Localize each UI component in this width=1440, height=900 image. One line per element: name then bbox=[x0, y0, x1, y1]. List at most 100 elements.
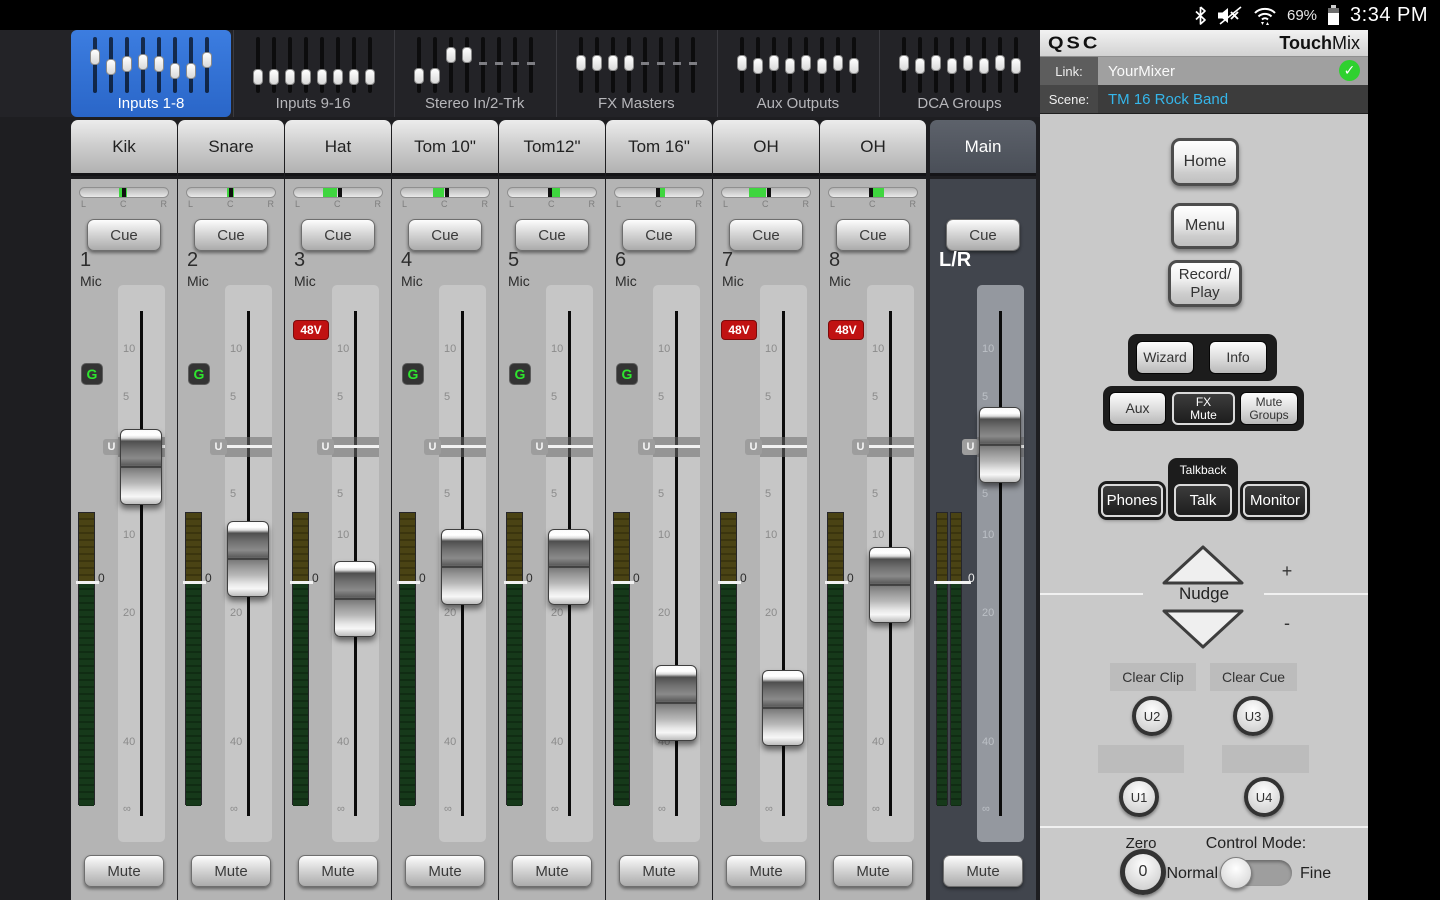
tab-inputs-9-16[interactable]: Inputs 9-16 bbox=[233, 30, 393, 117]
aux-button[interactable]: Aux bbox=[1109, 392, 1166, 425]
fader-handle[interactable] bbox=[655, 665, 697, 741]
gate-badge[interactable]: G bbox=[616, 363, 638, 385]
bottom-section-divider bbox=[1040, 826, 1368, 828]
fader-handle[interactable] bbox=[227, 521, 269, 597]
fader-scale-label: 20 bbox=[982, 607, 994, 619]
tab-dca-groups[interactable]: DCA Groups bbox=[879, 30, 1039, 117]
record-play-button[interactable]: Record/ Play bbox=[1168, 260, 1242, 307]
nudge-down-button[interactable]: - bbox=[1161, 608, 1245, 650]
meter-zero-label: 0 bbox=[205, 571, 212, 585]
pan-indicator[interactable]: LCR bbox=[71, 185, 177, 211]
user-button-u4[interactable]: U4 bbox=[1244, 777, 1284, 817]
gate-badge[interactable]: G bbox=[402, 363, 424, 385]
pan-track bbox=[614, 187, 704, 198]
fader-track[interactable]: 1055102040∞U bbox=[867, 285, 914, 842]
phones-button[interactable]: Phones bbox=[1101, 484, 1163, 517]
pan-center-tick bbox=[445, 188, 449, 197]
user-button-u3[interactable]: U3 bbox=[1233, 696, 1273, 736]
channel-name[interactable]: Tom 16" bbox=[606, 120, 712, 176]
phantom-48v-badge[interactable]: 48V bbox=[293, 320, 329, 340]
info-button[interactable]: Info bbox=[1209, 341, 1267, 374]
fader-track[interactable]: 1055102040∞U bbox=[118, 285, 165, 842]
fader-track[interactable]: 1055102040∞U bbox=[653, 285, 700, 842]
mini-fader-icon bbox=[772, 37, 776, 93]
talk-button[interactable]: Talk bbox=[1174, 484, 1232, 517]
fader-handle[interactable] bbox=[979, 407, 1021, 483]
fader-scale-label: 5 bbox=[230, 488, 236, 500]
user-button-u2[interactable]: U2 bbox=[1132, 696, 1172, 736]
channel-name[interactable]: Snare bbox=[178, 120, 284, 176]
channel-name[interactable]: Tom12" bbox=[499, 120, 605, 176]
home-button[interactable]: Home bbox=[1171, 138, 1239, 186]
fader-track[interactable]: 1055102040∞U bbox=[977, 285, 1024, 842]
channel-strip-kik-1: KikLCRCue1MicG1055102040∞U0Mute bbox=[71, 117, 177, 900]
fx-mute-button[interactable]: FX Mute bbox=[1172, 392, 1235, 425]
channel-name[interactable]: Hat bbox=[285, 120, 391, 176]
fader-track[interactable]: 1055102040∞U bbox=[439, 285, 486, 842]
tab-aux-outputs[interactable]: Aux Outputs bbox=[717, 30, 877, 117]
channel-name[interactable]: Tom 10" bbox=[392, 120, 498, 176]
mute-button[interactable]: Mute bbox=[512, 855, 592, 887]
scene-value[interactable]: TM 16 Rock Band bbox=[1098, 85, 1368, 113]
monitor-button[interactable]: Monitor bbox=[1243, 484, 1307, 517]
pan-track bbox=[721, 187, 811, 198]
fader-track[interactable]: 1055102040∞U bbox=[546, 285, 593, 842]
fader-track[interactable]: 1055102040∞U bbox=[332, 285, 379, 842]
mute-button[interactable]: Mute bbox=[298, 855, 378, 887]
gate-badge[interactable]: G bbox=[81, 363, 103, 385]
pan-label-r: R bbox=[695, 199, 702, 209]
mute-groups-button[interactable]: Mute Groups bbox=[1240, 392, 1298, 425]
channel-name[interactable]: OH bbox=[713, 120, 819, 176]
fader-handle[interactable] bbox=[869, 547, 911, 623]
mute-button[interactable]: Mute bbox=[833, 855, 913, 887]
fader-scale-label: 40 bbox=[337, 736, 349, 748]
pan-indicator[interactable]: LCR bbox=[713, 185, 819, 211]
cue-button[interactable]: Cue bbox=[301, 219, 375, 251]
pan-indicator[interactable]: LCR bbox=[392, 185, 498, 211]
phantom-48v-badge[interactable]: 48V bbox=[721, 320, 757, 340]
control-mode-toggle[interactable] bbox=[1222, 860, 1292, 886]
cue-button[interactable]: Cue bbox=[194, 219, 268, 251]
cue-button[interactable]: Cue bbox=[515, 219, 589, 251]
pan-indicator[interactable]: LCR bbox=[499, 185, 605, 211]
mute-button[interactable]: Mute bbox=[726, 855, 806, 887]
fader-handle[interactable] bbox=[334, 561, 376, 637]
fader-handle[interactable] bbox=[120, 429, 162, 505]
fader-handle[interactable] bbox=[441, 529, 483, 605]
fader-handle[interactable] bbox=[762, 670, 804, 746]
channel-name[interactable]: Main bbox=[930, 120, 1036, 176]
pan-indicator[interactable]: LCR bbox=[820, 185, 926, 211]
pan-indicator[interactable]: LCR bbox=[285, 185, 391, 211]
cue-button[interactable]: Cue bbox=[622, 219, 696, 251]
nudge-up-button[interactable]: + bbox=[1161, 544, 1245, 586]
menu-button[interactable]: Menu bbox=[1171, 203, 1239, 249]
cue-button[interactable]: Cue bbox=[836, 219, 910, 251]
tab-fx-masters[interactable]: FX Masters bbox=[556, 30, 716, 117]
mute-button[interactable]: Mute bbox=[191, 855, 271, 887]
gate-badge[interactable]: G bbox=[188, 363, 210, 385]
fader-track[interactable]: 1055102040∞U bbox=[225, 285, 272, 842]
cue-button[interactable]: Cue bbox=[946, 219, 1020, 251]
fader-scale-label: ∞ bbox=[230, 803, 238, 815]
pan-label-r: R bbox=[802, 199, 809, 209]
pan-indicator[interactable]: LCR bbox=[606, 185, 712, 211]
pan-indicator[interactable]: LCR bbox=[178, 185, 284, 211]
user-button-u1[interactable]: U1 bbox=[1119, 777, 1159, 817]
tab-inputs-1-8[interactable]: Inputs 1-8 bbox=[71, 30, 231, 117]
cue-button[interactable]: Cue bbox=[408, 219, 482, 251]
control-mode-toggle-knob[interactable] bbox=[1220, 857, 1252, 889]
channel-name[interactable]: OH bbox=[820, 120, 926, 176]
mute-button[interactable]: Mute bbox=[943, 855, 1023, 887]
cue-button[interactable]: Cue bbox=[729, 219, 803, 251]
mute-button[interactable]: Mute bbox=[619, 855, 699, 887]
mute-button[interactable]: Mute bbox=[84, 855, 164, 887]
gate-badge[interactable]: G bbox=[509, 363, 531, 385]
mute-button[interactable]: Mute bbox=[405, 855, 485, 887]
channel-name[interactable]: Kik bbox=[71, 120, 177, 176]
phantom-48v-badge[interactable]: 48V bbox=[828, 320, 864, 340]
fader-handle[interactable] bbox=[548, 529, 590, 605]
tab-stereo-in-2-trk[interactable]: Stereo In/2-Trk bbox=[394, 30, 554, 117]
fader-track[interactable]: 1055102040∞U bbox=[760, 285, 807, 842]
wizard-button[interactable]: Wizard bbox=[1136, 341, 1194, 374]
cue-button[interactable]: Cue bbox=[87, 219, 161, 251]
